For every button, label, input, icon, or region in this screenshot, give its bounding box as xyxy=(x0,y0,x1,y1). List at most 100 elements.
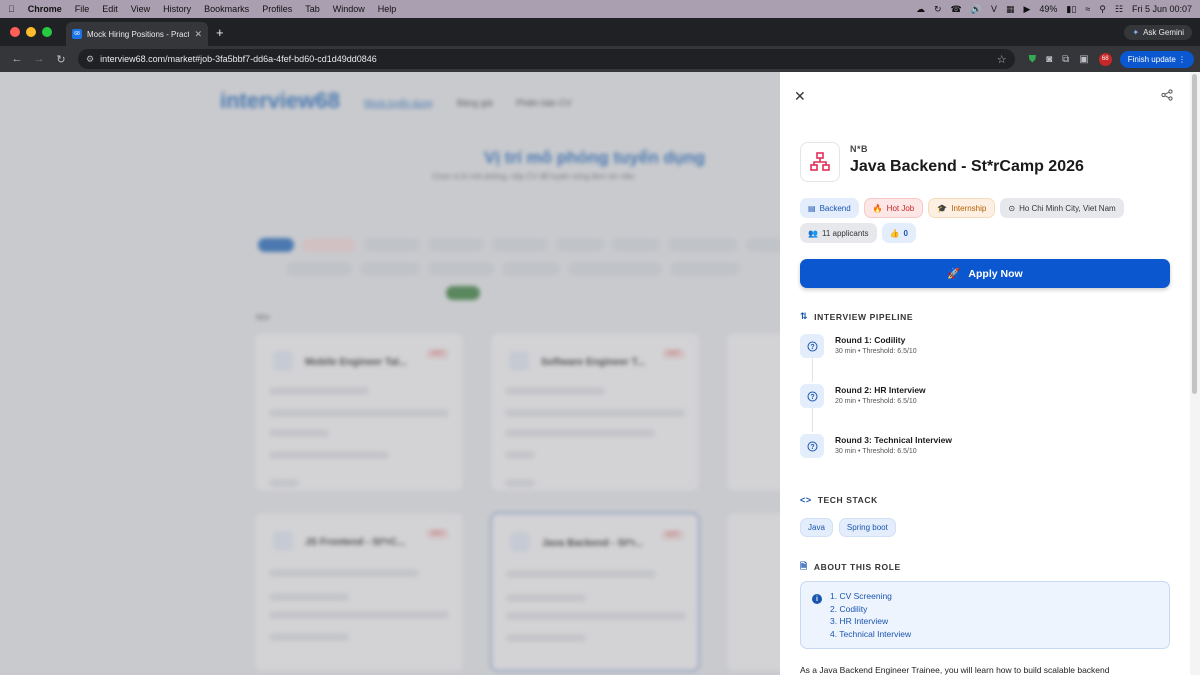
volume-icon[interactable]: 🔊 xyxy=(971,4,982,15)
tech-stack-list: Java Spring boot xyxy=(800,518,896,537)
site-favicon-icon: 68 xyxy=(72,29,82,39)
about-list: 1. CV Screening 2. Codility 3. HR Interv… xyxy=(830,590,911,640)
round-meta: 30 min • Threshold: 6.5/10 xyxy=(835,448,917,455)
tag-internship[interactable]: 🎓 Internship xyxy=(928,198,996,218)
forward-icon[interactable]: → xyxy=(28,53,50,65)
menu-view[interactable]: View xyxy=(131,4,150,14)
round-title: Round 2: HR Interview xyxy=(835,385,926,395)
back-icon[interactable]: ← xyxy=(6,53,28,65)
code-icon: <> xyxy=(800,495,812,505)
reload-icon[interactable]: ↻ xyxy=(50,53,72,66)
finish-update-label: Finish update xyxy=(1127,54,1176,64)
menu-file[interactable]: File xyxy=(75,4,90,14)
question-circle-icon: ? xyxy=(800,434,824,458)
status-icons: ☁ ↻ ☎ 🔊 V ▦ ▶ 49% ▮▯ ≈ ⚲ ☷ Fri 5 Jun 00:… xyxy=(916,4,1192,15)
sync-icon[interactable]: ↻ xyxy=(934,4,942,15)
company-logo xyxy=(800,142,840,182)
round-meta: 30 min • Threshold: 6.5/10 xyxy=(835,348,917,355)
spotlight-icon[interactable]: ⚲ xyxy=(1099,4,1106,15)
pipeline-round: ? Round 1: Codility 30 min • Threshold: … xyxy=(800,334,1170,364)
about-list-item: 1. CV Screening xyxy=(830,591,892,601)
battery-percent: 49% xyxy=(1039,4,1058,14)
role-description: As a Java Backend Engineer Trainee, you … xyxy=(800,665,1110,675)
tech-stack-heading: <> TECH STACK xyxy=(800,495,878,505)
apple-menu-icon[interactable]:  xyxy=(8,4,15,14)
tech-stack-heading-label: TECH STACK xyxy=(817,495,878,505)
document-icon: 🗎 xyxy=(800,561,808,571)
tag-label: Internship xyxy=(951,203,987,213)
bookmark-star-icon[interactable]: ☆ xyxy=(997,53,1007,66)
pipeline-heading-label: INTERVIEW PIPELINE xyxy=(814,311,914,322)
menu-history[interactable]: History xyxy=(163,4,191,14)
tag-label: Hot Job xyxy=(886,203,915,213)
share-icon[interactable] xyxy=(1161,88,1173,106)
info-icon: i xyxy=(812,594,822,604)
close-tab-icon[interactable]: ✕ xyxy=(194,29,202,40)
control-center-icon[interactable]: ☷ xyxy=(1115,4,1123,15)
menu-help[interactable]: Help xyxy=(378,4,397,14)
thumbs-up-icon: 👍 xyxy=(889,228,900,238)
extensions-puzzle-icon[interactable]: ⧉ xyxy=(1062,54,1069,65)
media-icon[interactable]: ▶ xyxy=(1023,4,1030,15)
battery-icon[interactable]: ▮▯ xyxy=(1066,4,1076,15)
new-tab-icon[interactable]: + xyxy=(216,25,224,40)
profile-avatar[interactable]: 68 xyxy=(1098,52,1112,66)
tag-label: Ho Chi Minh City, Viet Nam xyxy=(1019,203,1116,213)
svg-text:?: ? xyxy=(810,344,814,351)
tag-backend[interactable]: ▤ Backend xyxy=(800,198,859,218)
side-panel-icon[interactable]: ▣ xyxy=(1079,54,1088,65)
rocket-icon: 🚀 xyxy=(947,268,961,280)
layers-icon: ▤ xyxy=(808,203,816,213)
window-controls xyxy=(10,27,52,37)
menu-window[interactable]: Window xyxy=(333,4,365,14)
fire-icon: 🔥 xyxy=(872,203,883,213)
tag-hot-job[interactable]: 🔥 Hot Job xyxy=(863,198,924,218)
macos-menubar:  Chrome File Edit View History Bookmark… xyxy=(0,0,1200,18)
round-title: Round 3: Technical Interview xyxy=(835,435,952,445)
sitemap-icon xyxy=(810,152,830,171)
url-text[interactable]: interview68.com/market#job-3fa5bbf7-dd6a… xyxy=(100,54,377,64)
about-list-item: 3. HR Interview xyxy=(830,616,889,627)
address-bar[interactable]: ⚙ interview68.com/market#job-3fa5bbf7-dd… xyxy=(78,49,1015,69)
zoom-window-button[interactable] xyxy=(42,27,52,37)
wifi-icon[interactable]: ≈ xyxy=(1085,4,1090,14)
tech-chip: Spring boot xyxy=(838,518,896,537)
creative-cloud-icon[interactable]: ☁ xyxy=(916,4,925,15)
like-button[interactable]: 👍 0 xyxy=(881,223,916,243)
menu-edit[interactable]: Edit xyxy=(102,4,118,14)
camera-extension-icon[interactable]: ◙ xyxy=(1046,54,1052,65)
clock[interactable]: Fri 5 Jun 00:07 xyxy=(1132,4,1192,14)
browser-tab-active[interactable]: 68 Mock Hiring Positions - Pract ✕ xyxy=(66,22,208,46)
tag-location[interactable]: ⊙ Ho Chi Minh City, Viet Nam xyxy=(1000,198,1124,218)
menu-bookmarks[interactable]: Bookmarks xyxy=(204,4,249,14)
site-info-icon[interactable]: ⚙ xyxy=(86,54,94,65)
minimize-window-button[interactable] xyxy=(26,27,36,37)
menu-tab[interactable]: Tab xyxy=(305,4,320,14)
tech-chip: Java xyxy=(800,518,833,537)
background-page: interview68 Mock tuyển dụng Bảng giá Phi… xyxy=(0,72,780,675)
scrollbar-thumb[interactable] xyxy=(1192,74,1197,394)
close-panel-icon[interactable]: ✕ xyxy=(794,88,806,105)
ask-gemini-button[interactable]: ✦ Ask Gemini xyxy=(1124,24,1192,40)
about-heading: 🗎 ABOUT THIS ROLE xyxy=(800,559,901,575)
vpn-icon[interactable]: V xyxy=(991,4,997,14)
pipeline-heading: ⇅ INTERVIEW PIPELINE xyxy=(800,311,913,322)
finish-update-button[interactable]: Finish update ⋮ xyxy=(1119,50,1194,68)
tag-applicants: 👥 11 applicants xyxy=(800,223,877,243)
panel-scrollbar[interactable] xyxy=(1190,72,1200,675)
whatsapp-icon[interactable]: ☎ xyxy=(951,4,962,15)
apply-now-button[interactable]: 🚀 Apply Now xyxy=(800,259,1170,288)
menu-profiles[interactable]: Profiles xyxy=(262,4,292,14)
location-icon: ⊙ xyxy=(1008,203,1016,213)
question-circle-icon: ? xyxy=(800,334,824,358)
tab-strip: 68 Mock Hiring Positions - Pract ✕ + ✦ A… xyxy=(0,18,1200,46)
grid-icon[interactable]: ▦ xyxy=(1006,4,1015,15)
users-icon: 👥 xyxy=(808,228,818,238)
close-window-button[interactable] xyxy=(10,27,20,37)
question-circle-icon: ? xyxy=(800,384,824,408)
menu-chrome[interactable]: Chrome xyxy=(28,4,62,14)
shield-extension-icon[interactable]: ⛊ xyxy=(1029,54,1037,65)
job-title: Java Backend - St*rCamp 2026 xyxy=(850,158,1084,175)
modal-overlay[interactable] xyxy=(0,72,780,675)
svg-text:?: ? xyxy=(810,444,814,451)
